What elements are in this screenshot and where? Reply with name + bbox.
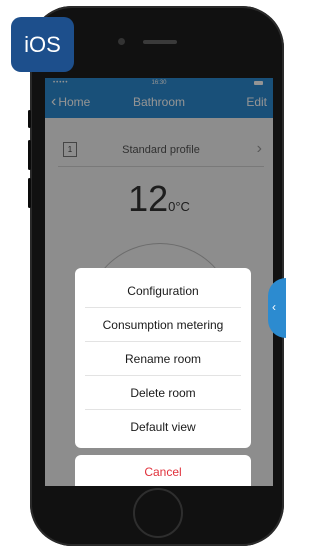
volume-up-button: [28, 140, 31, 170]
menu-item-default-view[interactable]: Default view: [85, 410, 241, 443]
home-button[interactable]: [133, 488, 183, 538]
menu-item-rename-room[interactable]: Rename room: [85, 342, 241, 376]
volume-down-button: [28, 178, 31, 208]
earpiece-speaker: [143, 40, 177, 44]
menu-item-configuration[interactable]: Configuration: [85, 274, 241, 308]
ios-badge: iOS: [11, 17, 74, 72]
menu-item-consumption-metering[interactable]: Consumption metering: [85, 308, 241, 342]
ios-badge-label: iOS: [24, 31, 61, 57]
chevron-left-icon: ‹: [272, 300, 276, 314]
phone-screen: ••••• 16:30 ‹ Home Bathroom Edit 1 Stand…: [45, 78, 273, 486]
side-drawer-tab[interactable]: ‹: [268, 278, 286, 338]
cancel-button[interactable]: Cancel: [75, 455, 251, 486]
action-sheet: Configuration Consumption metering Renam…: [75, 268, 251, 448]
menu-item-delete-room[interactable]: Delete room: [85, 376, 241, 410]
front-camera: [118, 38, 125, 45]
mute-switch: [28, 110, 31, 128]
